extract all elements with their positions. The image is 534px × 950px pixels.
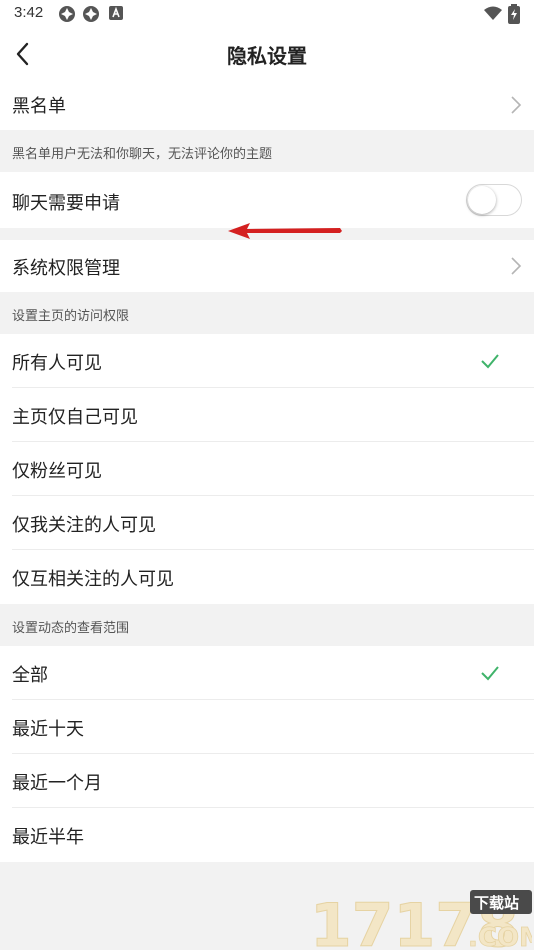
watermark-domain: .COM (468, 923, 532, 950)
navigation-bar: 隐私设置 (0, 28, 534, 80)
page-title: 隐私设置 (227, 44, 307, 68)
option-label: 所有人可见 (12, 353, 102, 374)
blacklist-label: 黑名单 (12, 96, 66, 117)
homepage-visibility-header: 设置主页的访问权限 (0, 292, 534, 334)
visibility-option-following[interactable]: 仅我关注的人可见 (0, 496, 534, 550)
visibility-option-fans[interactable]: 仅粉丝可见 (0, 442, 534, 496)
status-time: 3:42 (14, 4, 44, 21)
blacklist-row[interactable]: 黑名单 (0, 80, 534, 130)
feed-range-title: 设置动态的查看范围 (12, 621, 130, 636)
homepage-visibility-title: 设置主页的访问权限 (12, 309, 130, 324)
visibility-option-everyone[interactable]: 所有人可见 (0, 334, 534, 388)
checkmark-icon (481, 354, 499, 369)
option-label: 最近一个月 (12, 773, 102, 794)
system-permissions-label: 系统权限管理 (12, 258, 120, 279)
option-label: 最近半年 (12, 827, 84, 848)
checkmark-icon (481, 666, 499, 681)
chevron-right-icon (511, 257, 522, 275)
toggle-knob (468, 186, 496, 214)
feed-option-ten-days[interactable]: 最近十天 (0, 700, 534, 754)
blacklist-hint-section: 黑名单用户无法和你聊天，无法评论你的主题 (0, 130, 534, 172)
option-label: 全部 (12, 665, 48, 686)
chat-request-toggle[interactable] (466, 184, 522, 216)
app-notification-icon (59, 6, 75, 22)
option-label: 仅我关注的人可见 (12, 515, 156, 536)
annotation-arrow-icon (228, 223, 342, 239)
feed-option-one-month[interactable]: 最近一个月 (0, 754, 534, 808)
system-permissions-row[interactable]: 系统权限管理 (0, 240, 534, 292)
watermark-tag: 下载站 (474, 894, 519, 912)
battery-icon (508, 4, 520, 24)
option-label: 最近十天 (12, 719, 84, 740)
option-label: 仅互相关注的人可见 (12, 569, 174, 590)
feed-option-half-year[interactable]: 最近半年 (0, 808, 534, 862)
feed-option-all[interactable]: 全部 (0, 646, 534, 700)
feed-range-header: 设置动态的查看范围 (0, 604, 534, 646)
option-label: 仅粉丝可见 (12, 461, 102, 482)
status-bar: 3:42 (0, 0, 534, 28)
wifi-icon (484, 6, 502, 20)
app-notification-icon-2 (83, 6, 99, 22)
chevron-right-icon (511, 96, 522, 114)
watermark-logo: 17178 下载站 .COM (310, 890, 532, 950)
a-notification-icon (109, 6, 123, 20)
visibility-option-mutual[interactable]: 仅互相关注的人可见 (0, 550, 534, 604)
visibility-option-self[interactable]: 主页仅自己可见 (0, 388, 534, 442)
option-label: 主页仅自己可见 (12, 407, 138, 428)
chat-request-label: 聊天需要申请 (12, 193, 120, 214)
blacklist-hint-text: 黑名单用户无法和你聊天，无法评论你的主题 (12, 147, 273, 162)
